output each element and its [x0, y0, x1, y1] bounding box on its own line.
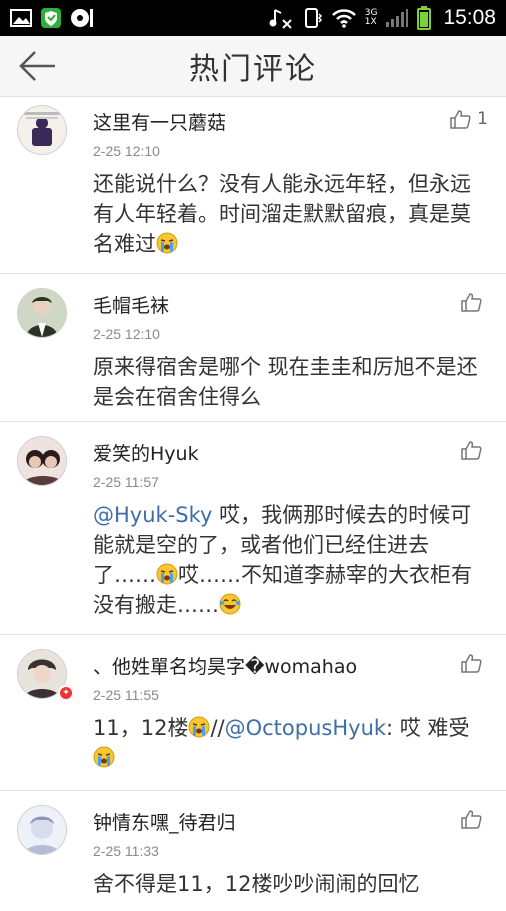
thumbs-up-icon [461, 441, 482, 460]
comment-text-segment: : 哎 难受 [386, 716, 470, 740]
disc-icon [70, 7, 94, 29]
comment-item[interactable]: 爱笑的Hyuk 2-25 11:57 @Hyuk-Sky 哎，我俩那时候去的时候… [0, 422, 506, 635]
music-off-icon [269, 7, 293, 29]
comment-text: 11，12楼 //@OctopusHyuk: 哎 难受 [93, 713, 486, 773]
like-button[interactable] [460, 291, 488, 313]
username[interactable]: 毛帽毛袜 [93, 291, 169, 318]
like-button[interactable] [460, 652, 488, 674]
wifi-icon [331, 8, 357, 28]
comment-text-segment: 舍不得是11，12楼吵吵闹闹的回忆 [93, 872, 420, 896]
comment-item[interactable]: ✦ 、他姓單名均昊字�womahao 2-25 11:55 11，12楼 //@O… [0, 635, 506, 791]
like-button[interactable] [460, 808, 488, 830]
username[interactable]: 这里有一只蘑菇 [93, 108, 226, 135]
verified-badge: ✦ [58, 685, 74, 701]
signal-icon [385, 8, 409, 28]
crying-emoji [156, 232, 178, 254]
crying-emoji [93, 746, 115, 768]
thumbs-up-icon [461, 654, 482, 673]
comment-time: 2-25 12:10 [93, 143, 160, 159]
thumbs-up-icon [461, 293, 482, 312]
laughing-emoji [219, 593, 241, 615]
crying-emoji [188, 716, 210, 738]
comment-text-segment: 原来得宿舍是哪个 现在圭圭和厉旭不是还是会在宿舍住得么 [93, 355, 478, 409]
crying-emoji [156, 563, 178, 585]
avatar[interactable] [17, 105, 67, 155]
comment-text: 舍不得是11，12楼吵吵闹闹的回忆 [93, 869, 486, 899]
comment-time: 2-25 12:10 [93, 326, 160, 342]
comment-time: 2-25 11:55 [93, 687, 159, 703]
comment-list[interactable]: 这里有一只蘑菇 1 2-25 12:10 还能说什么？没有人能永远年轻，但永远有… [0, 97, 506, 911]
username[interactable]: 钟情东嘿_待君归 [93, 808, 236, 835]
comment-time: 2-25 11:57 [93, 474, 159, 490]
clock-time: 15:08 [443, 6, 496, 29]
comment-text: 还能说什么？没有人能永远年轻，但永远有人年轻着。时间溜走默默留痕，真是莫名难过 [93, 169, 486, 259]
comment-text-segment: // [210, 716, 225, 740]
avatar[interactable] [17, 805, 67, 855]
comment-item[interactable]: 毛帽毛袜 2-25 12:10 原来得宿舍是哪个 现在圭圭和厉旭不是还是会在宿舍… [0, 274, 506, 422]
arrow-left-icon [19, 51, 55, 81]
page-title: 热门评论 [189, 52, 317, 87]
image-icon [10, 9, 32, 27]
status-bar: 3G 1X 15:08 [0, 0, 506, 36]
avatar[interactable] [17, 436, 67, 486]
mention-link[interactable]: @Hyuk-Sky [93, 503, 212, 527]
comment-text: @Hyuk-Sky 哎，我俩那时候去的时候可能就是空的了，或者他们已经住进去了…… [93, 500, 486, 620]
like-button[interactable]: 1 [449, 108, 488, 130]
comment-item[interactable]: 钟情东嘿_待君归 2-25 11:33 舍不得是11，12楼吵吵闹闹的回忆 [0, 791, 506, 911]
comment-text-segment: 11，12楼 [93, 716, 189, 740]
shield-app-icon [40, 7, 62, 29]
comment-text-segment: 还能说什么？没有人能永远年轻，但永远有人年轻着。时间溜走默默留痕，真是莫名难过 [93, 172, 471, 256]
battery-icon [417, 6, 432, 30]
phone-vibrate-icon [301, 7, 323, 29]
comment-time: 2-25 11:33 [93, 843, 159, 859]
thumbs-up-icon [461, 810, 482, 829]
mention-link[interactable]: @OctopusHyuk [225, 716, 386, 740]
network-type: 3G 1X [364, 8, 378, 27]
username[interactable]: 、他姓單名均昊字�womahao [93, 652, 357, 679]
like-button[interactable] [460, 439, 488, 461]
avatar[interactable] [17, 288, 67, 338]
comment-item[interactable]: 这里有一只蘑菇 1 2-25 12:10 还能说什么？没有人能永远年轻，但永远有… [0, 97, 506, 274]
comment-text: 原来得宿舍是哪个 现在圭圭和厉旭不是还是会在宿舍住得么 [93, 352, 486, 412]
back-button[interactable] [18, 50, 58, 82]
title-bar: 热门评论 [0, 36, 506, 97]
thumbs-up-icon [450, 110, 471, 129]
username[interactable]: 爱笑的Hyuk [93, 439, 199, 466]
like-count: 1 [477, 109, 488, 129]
